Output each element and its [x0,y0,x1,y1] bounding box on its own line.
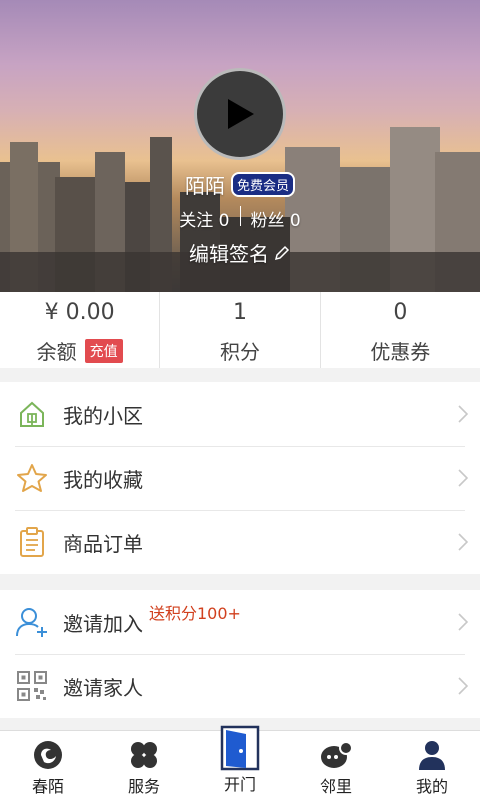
menu-item-my-favorites[interactable]: 我的收藏 [0,446,480,510]
chunmo-icon [31,739,65,771]
user-icon [416,739,448,771]
tab-services[interactable]: 服务 [96,731,192,801]
chevron-right-icon [458,677,468,695]
door-icon [220,725,260,771]
menu-item-invite-family[interactable]: 邀请家人 [0,654,480,718]
points-value: 1 [232,300,247,325]
signature-text: 编辑签名 [189,242,269,266]
clipboard-icon [15,525,49,559]
chevron-right-icon [458,533,468,551]
add-user-icon [15,605,49,639]
avatar-video-play-button[interactable] [194,68,286,160]
fans-label: 粉丝 [250,211,285,231]
name-row: 陌陌 免费会员 [0,170,480,199]
neighbor-icon [319,739,353,771]
follow-label: 关注 [179,211,214,231]
menu-label: 我的收藏 [63,467,143,492]
pencil-icon [274,245,290,260]
community-icon [15,397,49,431]
tab-label: 服务 [127,777,160,796]
fans-stat[interactable]: 粉丝 0 [251,206,301,231]
qrcode-icon [15,669,49,703]
points-label: 积分 [219,340,260,364]
balance-stat[interactable]: ¥ 0.00 余额 充值 [0,292,159,368]
tab-neighbors[interactable]: 邻里 [288,731,384,801]
coupon-label: 优惠券 [370,340,431,364]
coupon-value: 0 [393,300,408,325]
points-stat[interactable]: 1 积分 [159,292,319,368]
balance-label: 余额 [36,340,77,364]
member-badge: 免费会员 [230,172,295,197]
star-icon [15,461,49,495]
menu-group-invite: 邀请加入 送积分100+ 邀请家人 [0,590,480,718]
bottom-tab-bar: 春陌 服务 开门 邻里 我的 [0,725,480,801]
balance-value: ¥ 0.00 [44,300,115,325]
chevron-right-icon [458,469,468,487]
account-stats: ¥ 0.00 余额 充值 1 积分 0 优惠券 [0,292,480,368]
play-icon [228,99,254,129]
menu-group-account: 我的小区 我的收藏 商品订单 [0,382,480,574]
menu-item-invite-join[interactable]: 邀请加入 送积分100+ [0,590,480,654]
bonus-points-tag: 送积分100+ [149,604,241,623]
menu-label: 我的小区 [63,403,143,428]
follow-count: 0 [218,211,230,231]
follow-stat[interactable]: 关注 0 [179,206,229,231]
menu-label: 商品订单 [63,531,143,556]
recharge-button[interactable]: 充值 [84,338,123,363]
coupon-stat[interactable]: 0 优惠券 [319,292,480,368]
chevron-right-icon [458,405,468,423]
chevron-right-icon [458,613,468,631]
menu-label: 邀请加入 [63,611,143,636]
menu-item-my-community[interactable]: 我的小区 [0,382,480,446]
tab-label: 春陌 [31,777,64,796]
profile-header: 陌陌 免费会员 关注 0 粉丝 0 编辑签名 [0,0,480,292]
tab-open-door[interactable]: 开门 [192,725,288,801]
user-name: 陌陌 [184,174,225,198]
follow-fans-row: 关注 0 粉丝 0 [0,206,480,231]
tab-mine[interactable]: 我的 [384,731,480,801]
services-icon [128,739,160,771]
edit-signature-button[interactable]: 编辑签名 [0,238,480,267]
fans-count: 0 [289,211,301,231]
tab-chunmo[interactable]: 春陌 [0,731,96,801]
tab-label: 我的 [415,777,448,796]
tab-label: 开门 [223,775,256,794]
tab-label: 邻里 [319,777,352,796]
menu-item-product-orders[interactable]: 商品订单 [0,510,480,574]
divider [239,206,241,226]
menu-label: 邀请家人 [63,675,143,700]
